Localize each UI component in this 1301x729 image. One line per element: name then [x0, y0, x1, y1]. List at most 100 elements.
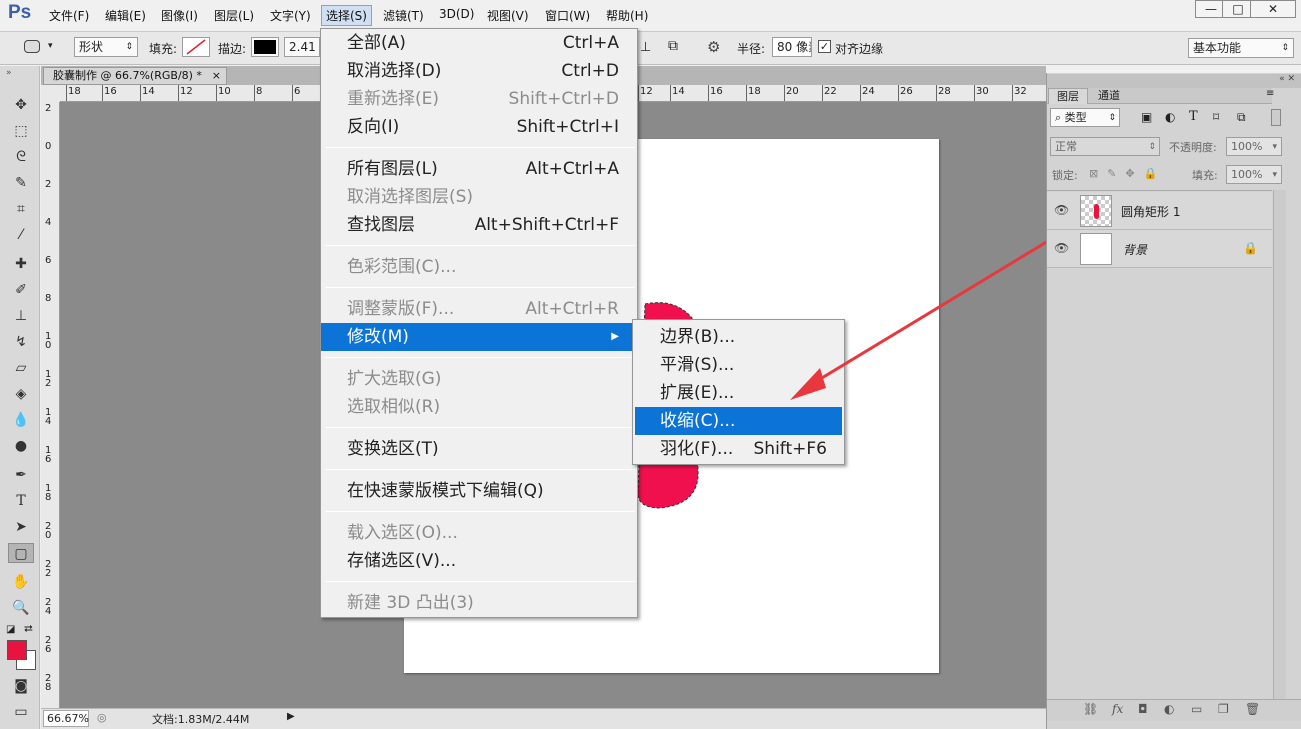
align-edges-checkbox[interactable]: ✓	[818, 40, 831, 53]
opacity-input[interactable]: 100% ▾	[1226, 137, 1282, 156]
eyedropper-tool-icon[interactable]: ⁄	[10, 225, 32, 245]
layer-mask-icon[interactable]: ◘	[1138, 702, 1148, 716]
layer-name[interactable]: 圆角矩形 1	[1121, 203, 1180, 220]
path-select-tool-icon[interactable]: ➤	[10, 517, 32, 537]
healing-brush-tool-icon[interactable]: ✚	[10, 254, 32, 274]
status-menu-arrow-icon[interactable]: ▶	[287, 711, 295, 722]
hand-tool-icon[interactable]: ✋	[10, 572, 32, 592]
layer-row-rounded-rect[interactable]: 👁 圆角矩形 1	[1047, 192, 1272, 230]
tool-mode-select[interactable]: 形状 ⇕	[74, 37, 138, 57]
filter-pixel-icon[interactable]: ▣	[1141, 110, 1152, 124]
quick-mask-icon[interactable]: ◙	[10, 676, 32, 696]
fill-input[interactable]: 100% ▾	[1226, 165, 1282, 184]
eye-icon[interactable]: 👁	[1054, 241, 1069, 255]
dodge-tool-icon[interactable]: ●	[10, 436, 32, 456]
filter-toggle[interactable]	[1271, 109, 1281, 126]
modify-submenu-item[interactable]: 羽化(F)... Shift+F6	[635, 435, 842, 463]
select-menu-item[interactable]: 反向(I) Shift+Ctrl+I	[321, 113, 637, 141]
link-layers-icon[interactable]: ⛓	[1083, 702, 1098, 716]
eraser-tool-icon[interactable]: ▱	[10, 358, 32, 378]
select-menu-item[interactable]: 取消选择(D) Ctrl+D	[321, 57, 637, 85]
layer-row-background[interactable]: 👁 背景 🔒	[1047, 230, 1272, 268]
modify-submenu-item[interactable]: 收缩(C)...	[635, 407, 842, 435]
layer-style-icon[interactable]: fx	[1112, 702, 1123, 716]
menu-help[interactable]: 帮助(H)	[606, 7, 648, 24]
history-brush-tool-icon[interactable]: ↯	[10, 332, 32, 352]
menu-window[interactable]: 窗口(W)	[545, 7, 590, 24]
rounded-rect-tool-icon[interactable]	[24, 40, 40, 53]
screen-mode-icon[interactable]: ▭	[10, 702, 32, 722]
default-colors-icon[interactable]: ◪	[6, 624, 15, 635]
filter-smart-object-icon[interactable]: ⧉	[1237, 110, 1246, 125]
tool-mode-value: 形状	[79, 40, 104, 54]
path-align-icon[interactable]: ⊥	[640, 40, 651, 55]
panel-scrollbar[interactable]	[1273, 190, 1286, 700]
gear-icon[interactable]: ⚙	[707, 38, 720, 56]
foreground-color-swatch[interactable]	[7, 640, 27, 660]
submenu-item-label: 平滑(S)...	[660, 355, 735, 375]
clone-stamp-tool-icon[interactable]: ⊥	[10, 306, 32, 326]
document-tab[interactable]: 胶囊制作 @ 66.7%(RGB/8) * ×	[43, 67, 227, 85]
layer-filter-select[interactable]: ⌕ 类型 ⇕	[1050, 108, 1120, 127]
adjustment-layer-icon[interactable]: ◐	[1164, 702, 1174, 716]
rounded-rectangle-tool-icon[interactable]: ▢	[8, 543, 34, 563]
vertical-ruler[interactable]: 2 0 2 4 6 8 1 0 1 2 1 4 1 6 1 8 2 0 2 2 2 4 2 6 2 8	[41, 102, 60, 708]
new-layer-icon[interactable]: ❐	[1218, 702, 1229, 716]
fill-swatch[interactable]	[182, 37, 210, 57]
tab-channels[interactable]: 通道	[1089, 88, 1129, 104]
tool-preset-dropdown-icon[interactable]: ▾	[48, 41, 53, 51]
close-tab-icon[interactable]: ×	[212, 68, 221, 84]
select-menu-item[interactable]: 修改(M) ▶	[321, 323, 637, 351]
blend-mode-select[interactable]: 正常 ⇕	[1050, 137, 1160, 156]
path-arrange-icon[interactable]: ⧉	[668, 38, 678, 54]
stroke-swatch[interactable]	[251, 37, 279, 57]
filter-type-icon[interactable]: T	[1189, 109, 1198, 124]
delete-layer-icon[interactable]: 🗑	[1245, 702, 1260, 716]
menu-select[interactable]: 选择(S)	[321, 5, 372, 26]
zoom-level-input[interactable]: 66.67%	[43, 710, 89, 727]
status-info-icon[interactable]: ◎	[97, 711, 107, 724]
menu-3d[interactable]: 3D(D)	[439, 7, 474, 21]
pen-tool-icon[interactable]: ✒	[10, 465, 32, 485]
menu-layer[interactable]: 图层(L)	[214, 7, 254, 24]
new-group-icon[interactable]: ▭	[1191, 702, 1202, 716]
crop-tool-icon[interactable]: ⌗	[10, 199, 32, 219]
select-menu-item[interactable]: 全部(A) Ctrl+A	[321, 29, 637, 57]
menu-image[interactable]: 图像(I)	[161, 7, 198, 24]
toolbox-collapse-icon[interactable]: »	[6, 68, 12, 78]
eye-icon[interactable]: 👁	[1054, 203, 1069, 217]
workspace-select[interactable]: 基本功能 ⇕	[1188, 38, 1294, 58]
swap-colors-icon[interactable]: ⮂	[24, 622, 33, 636]
brush-tool-icon[interactable]: ✐	[10, 280, 32, 300]
close-button[interactable]: ✕	[1250, 0, 1296, 18]
menu-separator	[325, 357, 635, 358]
panel-collapse-icon[interactable]: «	[1279, 74, 1285, 84]
quick-select-tool-icon[interactable]: ✎	[10, 173, 32, 193]
zoom-tool-icon[interactable]: 🔍	[10, 598, 32, 618]
lasso-tool-icon[interactable]: ᘓ	[10, 147, 32, 167]
menu-filter[interactable]: 滤镜(T)	[383, 7, 424, 24]
filter-shape-icon[interactable]: ⌑	[1213, 110, 1219, 124]
filter-adjustment-icon[interactable]: ◐	[1165, 110, 1175, 124]
panel-menu-icon[interactable]: ≡	[1266, 88, 1274, 99]
select-menu-item[interactable]: 存储选区(V)...	[321, 547, 637, 575]
blur-tool-icon[interactable]: 💧	[10, 410, 32, 430]
menu-edit[interactable]: 编辑(E)	[105, 7, 146, 24]
panel-close-icon[interactable]: ✕	[1287, 74, 1295, 84]
select-menu-item[interactable]: 查找图层 Alt+Shift+Ctrl+F	[321, 211, 637, 239]
select-menu-item[interactable]: 所有图层(L) Alt+Ctrl+A	[321, 155, 637, 183]
menu-file[interactable]: 文件(F)	[49, 7, 89, 24]
paint-bucket-tool-icon[interactable]: ◈	[10, 384, 32, 404]
type-tool-icon[interactable]: T	[10, 491, 32, 511]
select-menu-item[interactable]: 变换选区(T)	[321, 435, 637, 463]
stroke-width-input[interactable]: 2.41 点	[284, 37, 320, 57]
tab-layers[interactable]: 图层	[1048, 88, 1088, 104]
radius-input[interactable]: 80 像素	[772, 37, 812, 57]
lock-icons[interactable]: ⊠✎✥🔒	[1089, 167, 1166, 180]
marquee-tool-icon[interactable]: ⬚	[10, 121, 32, 141]
move-tool-icon[interactable]: ✥	[10, 95, 32, 115]
menu-type[interactable]: 文字(Y)	[270, 7, 311, 24]
menu-view[interactable]: 视图(V)	[487, 7, 529, 24]
select-menu-item[interactable]: 在快速蒙版模式下编辑(Q)	[321, 477, 637, 505]
layer-name[interactable]: 背景	[1123, 241, 1147, 258]
